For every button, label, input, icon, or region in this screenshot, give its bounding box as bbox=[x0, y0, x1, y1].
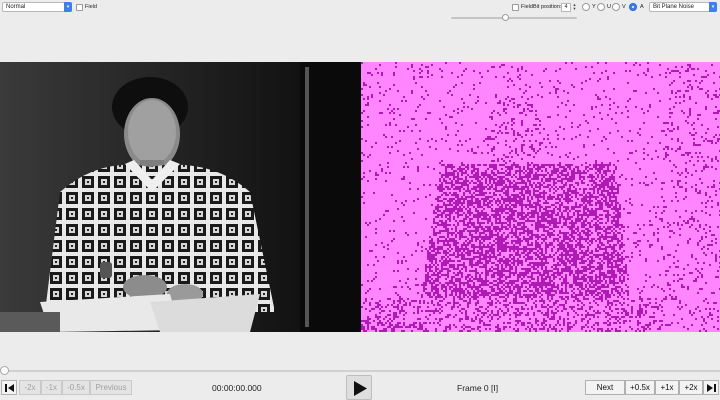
play-icon bbox=[354, 381, 367, 396]
bit-position-stepper[interactable]: ▲ ▼ bbox=[572, 3, 577, 12]
filtered-video-pane bbox=[361, 62, 720, 332]
field-checkbox-left[interactable] bbox=[76, 4, 83, 11]
rewind-half-button[interactable]: -0.5x bbox=[62, 380, 90, 395]
channel-radio-a[interactable] bbox=[629, 3, 637, 11]
frame-display: Frame 0 [I] bbox=[457, 383, 499, 393]
field-label-right: Field bbox=[521, 4, 533, 10]
filtered-video-frame bbox=[361, 62, 720, 332]
channel-label-y: Y bbox=[592, 4, 596, 10]
timecode-display: 00:00:00.000 bbox=[212, 383, 262, 393]
forward-1x-button[interactable]: +1x bbox=[655, 380, 679, 395]
mode-select[interactable]: Normal ▾ bbox=[2, 2, 72, 12]
field-checkbox-right[interactable] bbox=[512, 4, 519, 11]
chevron-down-icon: ▾ bbox=[64, 2, 72, 12]
previous-button[interactable]: Previous bbox=[90, 380, 132, 395]
bit-position-label: Bit position: bbox=[533, 4, 562, 10]
channel-label-u: U bbox=[607, 4, 611, 10]
step-back-icon bbox=[5, 384, 14, 392]
play-button[interactable] bbox=[346, 375, 372, 400]
rewind-1x-button[interactable]: -1x bbox=[41, 380, 62, 395]
rewind-2x-button[interactable]: -2x bbox=[19, 380, 41, 395]
filter-select-value: Bit Plane Noise bbox=[653, 4, 695, 10]
channel-radio-y[interactable] bbox=[582, 3, 590, 11]
channel-radio-v[interactable] bbox=[612, 3, 620, 11]
bit-position-input[interactable]: 4 bbox=[561, 3, 571, 12]
timeline-track[interactable] bbox=[0, 370, 720, 372]
field-label-left: Field bbox=[85, 4, 97, 10]
forward-half-button[interactable]: +0.5x bbox=[625, 380, 655, 395]
bit-slider-thumb[interactable] bbox=[502, 14, 509, 21]
chevron-down-icon: ▾ bbox=[709, 2, 717, 12]
toolbar: Normal ▾ Field Field Bit position: 4 ▲ ▼ … bbox=[0, 0, 720, 62]
step-back-button[interactable] bbox=[1, 380, 17, 395]
source-video-frame bbox=[0, 62, 360, 332]
channel-radio-u[interactable] bbox=[597, 3, 605, 11]
filter-select[interactable]: Bit Plane Noise ▾ bbox=[649, 2, 717, 12]
source-video-pane bbox=[0, 62, 360, 332]
step-forward-button[interactable] bbox=[703, 380, 719, 395]
channel-label-v: V bbox=[622, 4, 626, 10]
channel-label-a: A bbox=[640, 4, 644, 10]
step-forward-icon bbox=[707, 384, 716, 392]
forward-2x-button[interactable]: +2x bbox=[679, 380, 703, 395]
mode-select-value: Normal bbox=[6, 4, 26, 10]
bit-slider-track[interactable] bbox=[451, 17, 577, 19]
next-button[interactable]: Next bbox=[585, 380, 625, 395]
timeline-playhead[interactable] bbox=[0, 366, 9, 375]
